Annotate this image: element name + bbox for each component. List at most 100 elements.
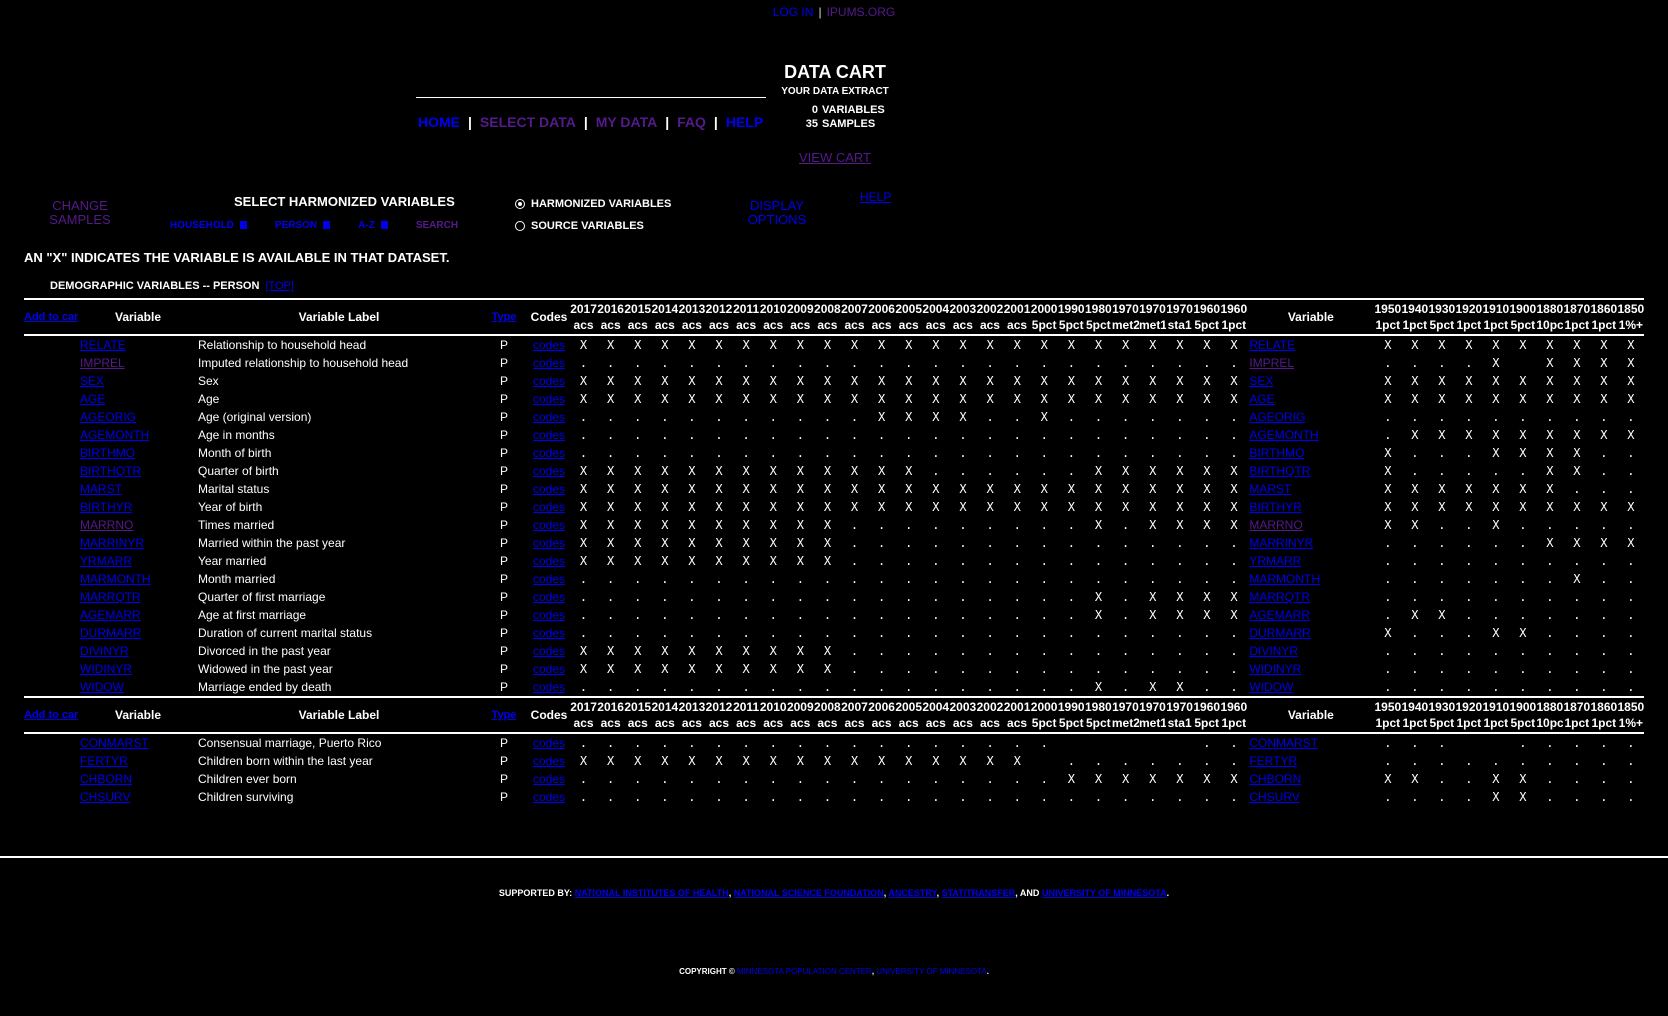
- add-to-cart-cell[interactable]: [24, 480, 78, 498]
- radio-selected-icon[interactable]: [515, 199, 525, 210]
- variable-link[interactable]: AGE: [1247, 392, 1274, 406]
- variable-link[interactable]: SEX: [1247, 374, 1273, 388]
- person-link[interactable]: PERSON: [275, 220, 317, 231]
- variable-link[interactable]: RELATE: [78, 338, 126, 352]
- umn-copyright-link[interactable]: UNIVERSITY OF MINNESOTA: [876, 967, 986, 976]
- variable-link[interactable]: AGEMARR: [1247, 608, 1310, 622]
- variable-link[interactable]: CONMARST: [1247, 736, 1318, 750]
- variable-link[interactable]: FERTYR: [1247, 754, 1297, 768]
- add-to-cart-cell[interactable]: [24, 335, 78, 354]
- add-to-cart-header-link[interactable]: Add to cart: [24, 709, 78, 721]
- variable-link[interactable]: CHSURV: [1247, 790, 1299, 804]
- radio-unselected-icon[interactable]: [515, 221, 525, 232]
- variable-link[interactable]: CHBORN: [1247, 772, 1301, 786]
- add-to-cart-cell[interactable]: [24, 534, 78, 552]
- search-link[interactable]: SEARCH: [416, 220, 458, 231]
- login-link[interactable]: LOG IN: [773, 5, 814, 19]
- add-to-cart-cell[interactable]: [24, 606, 78, 624]
- add-to-cart-cell[interactable]: [24, 788, 78, 806]
- add-to-cart-cell[interactable]: [24, 588, 78, 606]
- variable-link[interactable]: AGEMARR: [78, 608, 141, 622]
- variable-link[interactable]: BIRTHYR: [1247, 500, 1301, 514]
- variable-link[interactable]: BIRTHMO: [78, 446, 135, 460]
- codes-link[interactable]: codes: [533, 482, 565, 496]
- add-to-cart-cell[interactable]: [24, 462, 78, 480]
- add-to-cart-cell[interactable]: [24, 660, 78, 678]
- variable-link[interactable]: MARST: [78, 482, 122, 496]
- nih-link[interactable]: NATIONAL INSTITUTES OF HEALTH: [575, 888, 729, 898]
- variable-link[interactable]: SEX: [78, 374, 104, 388]
- codes-link[interactable]: codes: [533, 446, 565, 460]
- codes-link[interactable]: codes: [533, 392, 565, 406]
- codes-link[interactable]: codes: [533, 772, 565, 786]
- radio-harmonized[interactable]: HARMONIZED VARIABLES: [515, 193, 671, 215]
- nav-my-data[interactable]: MY DATA: [596, 114, 657, 130]
- codes-link[interactable]: codes: [533, 790, 565, 804]
- add-to-cart-cell[interactable]: [24, 390, 78, 408]
- variable-link[interactable]: DURMARR: [78, 626, 141, 640]
- codes-link[interactable]: codes: [533, 338, 565, 352]
- variable-link[interactable]: AGEMONTH: [78, 428, 149, 442]
- codes-link[interactable]: codes: [533, 554, 565, 568]
- variable-link[interactable]: YRMARR: [1247, 554, 1301, 568]
- codes-link[interactable]: codes: [533, 536, 565, 550]
- variable-link[interactable]: MARRNO: [1247, 518, 1302, 532]
- ipums-link[interactable]: IPUMS.ORG: [827, 5, 896, 19]
- add-to-cart-cell[interactable]: [24, 444, 78, 462]
- variable-link[interactable]: WIDINYR: [1247, 662, 1301, 676]
- add-to-cart-cell[interactable]: [24, 408, 78, 426]
- variable-link[interactable]: AGEORIG: [78, 410, 136, 424]
- add-to-cart-cell[interactable]: [24, 552, 78, 570]
- variable-link[interactable]: RELATE: [1247, 338, 1295, 352]
- help-link[interactable]: HELP: [860, 190, 891, 204]
- codes-link[interactable]: codes: [533, 428, 565, 442]
- mpc-link[interactable]: MINNESOTA POPULATION CENTER: [737, 967, 872, 976]
- view-cart-link[interactable]: VIEW CART: [799, 150, 871, 165]
- type-sort-link[interactable]: Type: [492, 311, 517, 323]
- variable-link[interactable]: CHBORN: [78, 772, 132, 786]
- add-to-cart-cell[interactable]: [24, 624, 78, 642]
- top-link[interactable]: [TOP]: [265, 280, 294, 292]
- variable-link[interactable]: AGEORIG: [1247, 410, 1305, 424]
- nav-faq[interactable]: FAQ: [677, 114, 706, 130]
- variable-link[interactable]: WIDINYR: [78, 662, 132, 676]
- codes-link[interactable]: codes: [533, 500, 565, 514]
- nav-home[interactable]: HOME: [418, 114, 460, 130]
- add-to-cart-cell[interactable]: [24, 678, 78, 697]
- codes-link[interactable]: codes: [533, 356, 565, 370]
- add-to-cart-cell[interactable]: [24, 498, 78, 516]
- umn-link[interactable]: UNIVERSITY OF MINNESOTA: [1042, 888, 1167, 898]
- codes-link[interactable]: codes: [533, 662, 565, 676]
- codes-link[interactable]: codes: [533, 590, 565, 604]
- variable-link[interactable]: AGE: [78, 392, 105, 406]
- variable-link[interactable]: MARRQTR: [78, 590, 141, 604]
- codes-link[interactable]: codes: [533, 754, 565, 768]
- variable-link[interactable]: CHSURV: [78, 790, 130, 804]
- codes-link[interactable]: codes: [533, 626, 565, 640]
- variable-link[interactable]: MARMONTH: [1247, 572, 1320, 586]
- codes-link[interactable]: codes: [533, 374, 565, 388]
- add-to-cart-cell[interactable]: [24, 372, 78, 390]
- variable-link[interactable]: DURMARR: [1247, 626, 1310, 640]
- codes-link[interactable]: codes: [533, 736, 565, 750]
- variable-link[interactable]: CONMARST: [78, 736, 149, 750]
- display-options-link[interactable]: DISPLAY OPTIONS: [740, 199, 814, 227]
- variable-link[interactable]: MARRINYR: [1247, 536, 1313, 550]
- variable-link[interactable]: DIVINYR: [1247, 644, 1298, 658]
- codes-link[interactable]: codes: [533, 410, 565, 424]
- variable-link[interactable]: WIDOW: [1247, 680, 1293, 694]
- nav-help[interactable]: HELP: [726, 114, 763, 130]
- codes-link[interactable]: codes: [533, 464, 565, 478]
- codes-link[interactable]: codes: [533, 644, 565, 658]
- variable-link[interactable]: MARRNO: [78, 518, 133, 532]
- radio-source[interactable]: SOURCE VARIABLES: [515, 215, 671, 237]
- nsf-link[interactable]: NATIONAL SCIENCE FOUNDATION: [734, 888, 884, 898]
- add-to-cart-cell[interactable]: [24, 642, 78, 660]
- type-sort-link[interactable]: Type: [492, 709, 517, 721]
- add-to-cart-header-link[interactable]: Add to cart: [24, 311, 78, 323]
- stat-transfer-link[interactable]: STAT/TRANSFER: [942, 888, 1016, 898]
- add-to-cart-cell[interactable]: [24, 570, 78, 588]
- add-to-cart-cell[interactable]: [24, 426, 78, 444]
- variable-link[interactable]: BIRTHMO: [1247, 446, 1304, 460]
- nav-select-data[interactable]: SELECT DATA: [480, 114, 576, 130]
